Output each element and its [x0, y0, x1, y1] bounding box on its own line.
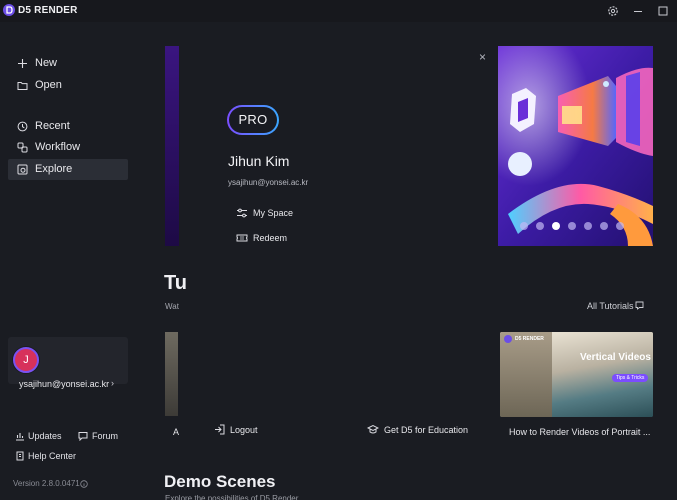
carousel-dot[interactable] [568, 222, 576, 230]
logout-icon [215, 424, 225, 435]
tutorial-thumbnail[interactable] [165, 332, 178, 416]
folder-icon [17, 82, 28, 90]
plus-icon [18, 59, 27, 68]
promo-illustration [498, 46, 653, 246]
user-name: Jihun Kim [228, 153, 290, 169]
sidebar-item-recent[interactable]: Recent [8, 116, 128, 137]
clock-icon [17, 121, 28, 132]
banner-edge [165, 46, 179, 246]
title-bar: D5 RENDER [0, 0, 677, 22]
explore-icon [17, 164, 28, 175]
get-d5-education-button[interactable]: Get D5 for Education [367, 424, 477, 436]
sidebar-item-label: Recent [35, 120, 70, 132]
updates-icon [16, 433, 24, 441]
maximize-icon[interactable] [655, 3, 671, 19]
forum-link[interactable]: Forum [78, 431, 128, 443]
sidebar-item-label: Explore [35, 163, 73, 175]
tutorial-caption: A [173, 427, 180, 437]
demo-scenes-heading: Demo Scenes [164, 472, 276, 491]
carousel-dot[interactable] [616, 222, 624, 230]
pro-badge: PRO [227, 105, 279, 135]
all-tutorials-link[interactable]: All Tutorials [587, 301, 634, 311]
settings-gear-icon[interactable] [605, 3, 621, 19]
logout-button[interactable]: Logout [214, 424, 274, 436]
ticket-icon [236, 234, 248, 242]
forum-icon [78, 432, 88, 441]
sidebar-item-new[interactable]: New [8, 53, 128, 74]
user-email: ysajihun@yonsei.ac.kr [228, 178, 309, 187]
help-icon [16, 451, 24, 461]
carousel-dot-active[interactable] [552, 222, 560, 230]
sidebar-item-label: Workflow [35, 141, 81, 153]
minimize-icon[interactable] [630, 3, 646, 19]
app-title: D5 RENDER [18, 5, 78, 16]
redeem-button[interactable]: Redeem [236, 233, 296, 245]
sidebar-item-label: New [35, 57, 58, 69]
demo-scenes-subtitle: Explore the possibilities of D5 Render [165, 494, 299, 500]
external-link-icon[interactable] [635, 301, 644, 310]
chevron-right-icon[interactable]: › [111, 378, 114, 388]
sliders-icon [237, 208, 247, 218]
d5-logo-icon [3, 4, 15, 16]
my-space-button[interactable]: My Space [236, 208, 306, 220]
tutorial-thumbnail-vertical-videos[interactable]: D5 RENDER Vertical Videos Tips & Tricks [500, 332, 653, 417]
sidebar-item-open[interactable]: Open [8, 75, 128, 96]
help-center-link[interactable]: Help Center [15, 451, 85, 463]
sidebar-item-workflow[interactable]: Workflow [8, 137, 128, 158]
sidebar-item-explore[interactable]: Explore [8, 159, 128, 180]
carousel-dot[interactable] [600, 222, 608, 230]
info-icon[interactable] [80, 480, 88, 488]
account-email: ysajihun@yonsei.ac.kr [19, 379, 110, 389]
workflow-icon [17, 142, 28, 153]
sidebar-item-label: Open [35, 79, 62, 91]
tutorial-caption: How to Render Videos of Portrait ... [509, 427, 651, 437]
promo-carousel-image[interactable] [498, 46, 653, 246]
graduation-cap-icon [367, 424, 379, 434]
avatar[interactable]: J [13, 347, 39, 373]
render-image [500, 332, 552, 417]
carousel-dot[interactable] [536, 222, 544, 230]
close-icon[interactable]: × [479, 50, 486, 64]
d5-logo-icon [504, 335, 512, 343]
version-label: Version 2.8.0.0471 [13, 479, 80, 488]
updates-link[interactable]: Updates [15, 431, 70, 443]
tutorials-subtitle: Wat [165, 302, 179, 311]
carousel-dot[interactable] [584, 222, 592, 230]
carousel-dot[interactable] [520, 222, 528, 230]
tutorials-heading: Tu [164, 272, 187, 294]
